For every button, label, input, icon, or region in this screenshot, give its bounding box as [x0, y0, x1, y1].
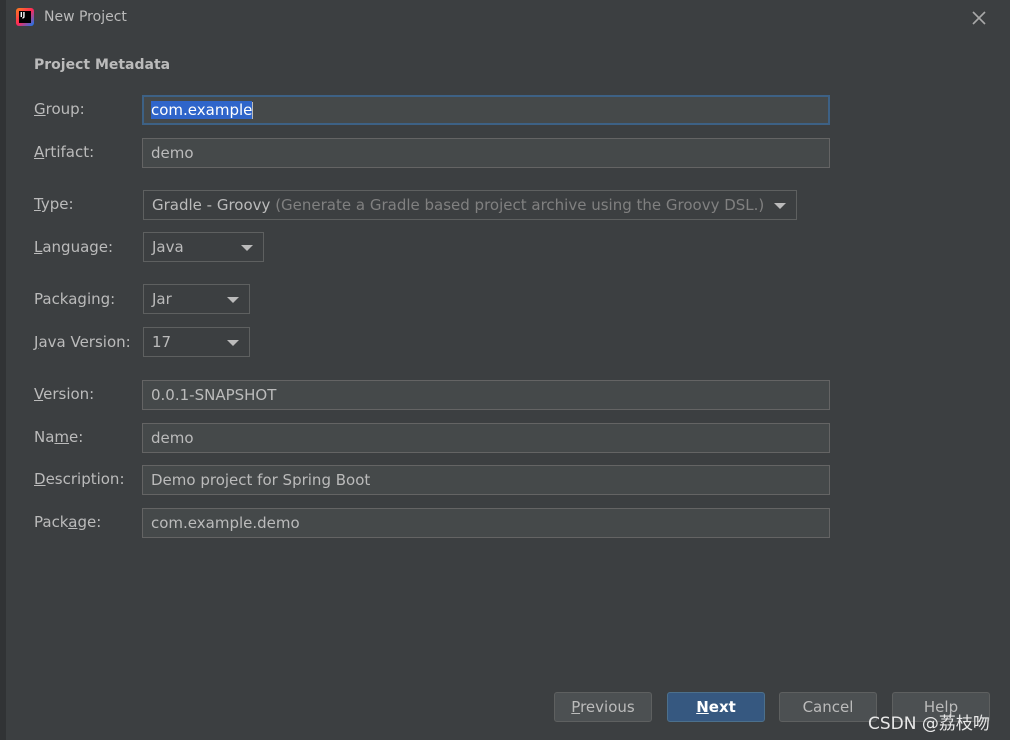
chevron-down-icon — [227, 297, 239, 303]
name-input[interactable]: demo — [142, 423, 830, 453]
artifact-input[interactable]: demo — [142, 138, 830, 168]
next-mnemonic: N — [696, 698, 709, 716]
version-label: Version: — [34, 385, 94, 403]
chevron-down-icon — [227, 340, 239, 346]
language-label-rest: anguage: — [42, 238, 114, 256]
package-label-rest: ge: — [77, 513, 102, 531]
next-button[interactable]: Next — [667, 692, 765, 722]
section-title-project-metadata: Project Metadata — [34, 57, 171, 73]
version-input[interactable]: 0.0.1-SNAPSHOT — [142, 380, 830, 410]
type-select[interactable]: Gradle - Groovy (Generate a Gradle based… — [143, 190, 797, 220]
package-input[interactable]: com.example.demo — [142, 508, 830, 538]
type-label: Type: — [34, 195, 74, 213]
app-icon-label: IJ — [20, 11, 26, 19]
intellij-app-icon: IJ — [16, 8, 34, 26]
package-label-pre: Pack — [34, 513, 69, 531]
description-input[interactable]: Demo project for Spring Boot — [142, 465, 830, 495]
version-label-mnemonic: V — [34, 385, 44, 403]
java-version-label-rest: ava Version: — [38, 333, 131, 351]
java-version-label: Java Version: — [34, 333, 131, 351]
previous-label: revious — [580, 698, 635, 716]
name-label-rest: e: — [69, 428, 84, 446]
title-bar: IJ New Project — [6, 0, 1010, 36]
language-select-value: Java — [152, 238, 184, 256]
artifact-label-mnemonic: A — [34, 143, 45, 161]
group-input[interactable]: com.example — [142, 95, 830, 125]
group-label: Group: — [34, 100, 85, 118]
packaging-select[interactable]: Jar — [143, 284, 250, 314]
package-label: Package: — [34, 513, 101, 531]
type-label-mnemonic: T — [34, 195, 41, 213]
type-label-rest: ype: — [40, 195, 74, 213]
name-label-pre: Na — [34, 428, 55, 446]
artifact-label: Artifact: — [34, 143, 94, 161]
previous-mnemonic: P — [571, 698, 581, 716]
type-select-hint: (Generate a Gradle based project archive… — [275, 196, 765, 214]
cancel-button[interactable]: Cancel — [779, 692, 877, 722]
new-project-dialog: IJ New Project Project Metadata Group: c… — [6, 0, 1010, 740]
group-label-rest: roup: — [45, 100, 85, 118]
java-version-select[interactable]: 17 — [143, 327, 250, 357]
packaging-label: Packaging: — [34, 290, 116, 308]
name-label: Name: — [34, 428, 83, 446]
close-icon[interactable] — [969, 8, 989, 28]
description-label-mnemonic: D — [34, 470, 46, 488]
artifact-label-rest: rtifact: — [44, 143, 95, 161]
chevron-down-icon — [241, 245, 253, 251]
previous-button[interactable]: Previous — [554, 692, 652, 722]
language-label: Language: — [34, 238, 113, 256]
chevron-down-icon — [774, 203, 786, 209]
window-title: New Project — [44, 9, 127, 25]
name-label-mnemonic: m — [54, 428, 70, 446]
text-caret — [252, 102, 254, 119]
version-label-rest: ersion: — [43, 385, 95, 403]
watermark: CSDN @荔枝吻 — [868, 714, 990, 734]
language-select[interactable]: Java — [143, 232, 264, 262]
group-label-mnemonic: G — [34, 100, 46, 118]
type-select-value: Gradle - Groovy — [152, 196, 271, 214]
next-label: ext — [708, 698, 736, 716]
group-input-value: com.example — [151, 101, 253, 119]
description-label: Description: — [34, 470, 125, 488]
packaging-select-value: Jar — [152, 290, 172, 308]
description-label-rest: escription: — [45, 470, 125, 488]
java-version-select-value: 17 — [152, 333, 172, 351]
